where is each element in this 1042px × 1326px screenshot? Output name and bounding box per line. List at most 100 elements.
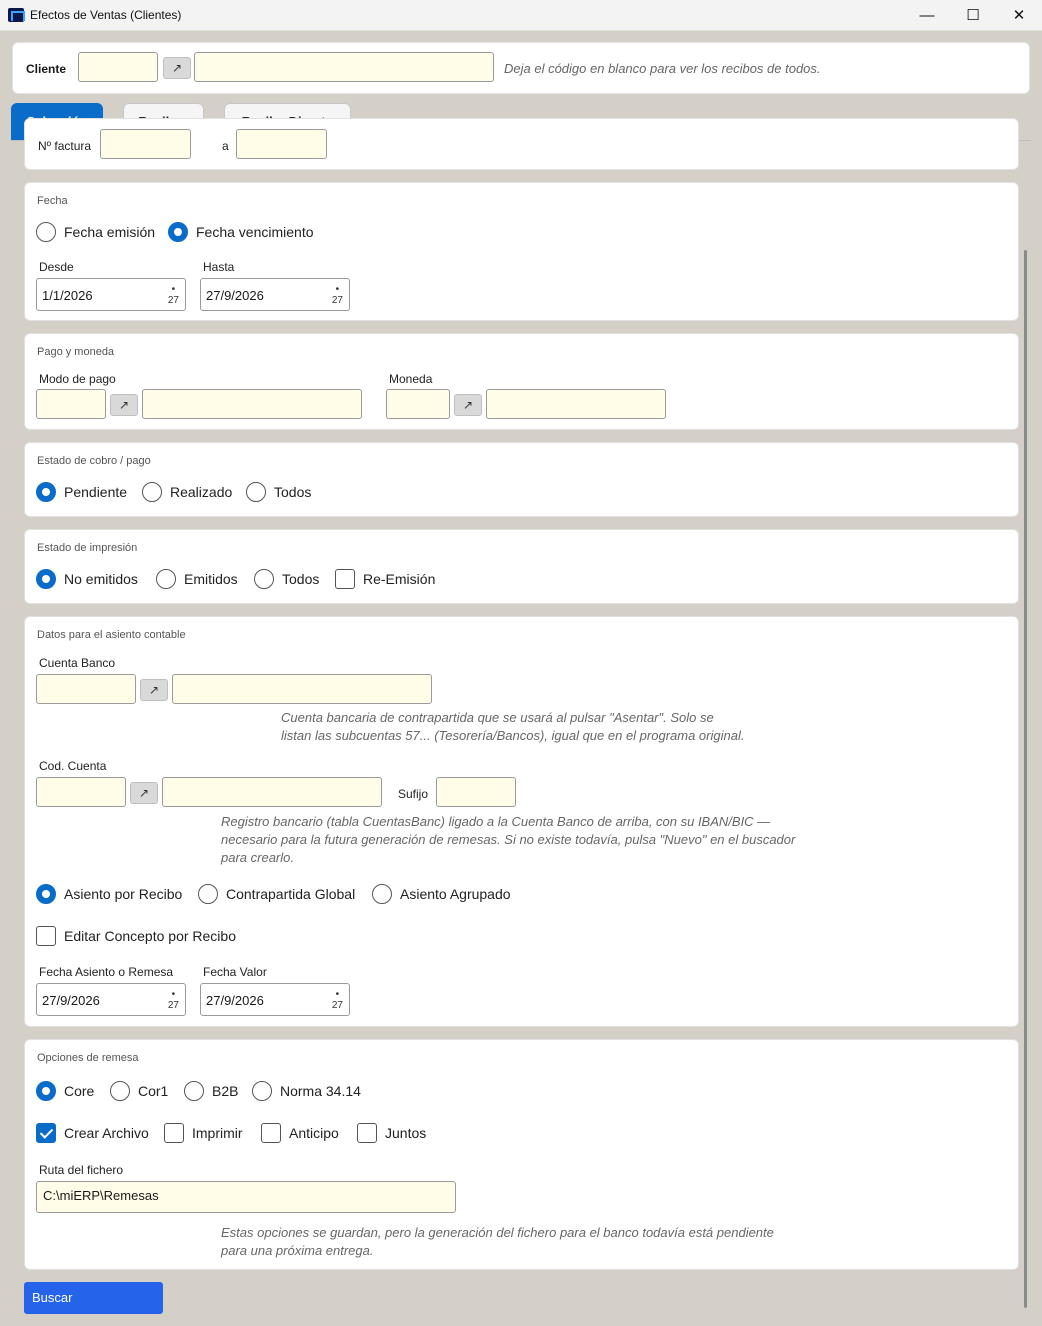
core-option[interactable]: Core <box>36 1081 94 1101</box>
imprimir-checkbox[interactable] <box>164 1123 184 1143</box>
calendar-icon[interactable]: • 27 <box>168 989 179 1011</box>
asiento-agrupado-label: Asiento Agrupado <box>400 886 511 902</box>
remesa-title: Opciones de remesa <box>37 1052 139 1064</box>
cuenta-banco-code-input[interactable] <box>36 674 136 704</box>
contrapartida-global-label: Contrapartida Global <box>226 886 356 902</box>
calendar-icon[interactable]: • 27 <box>168 284 179 306</box>
fecha-emision-option[interactable]: Fecha emisión <box>36 222 155 242</box>
asiento-por-recibo-option[interactable]: Asiento por Recibo <box>36 884 182 904</box>
emitidos-option[interactable]: Emitidos <box>156 569 238 589</box>
reemision-option[interactable]: Re-Emisión <box>335 569 435 589</box>
modo-pago-label: Modo de pago <box>39 372 116 386</box>
anticipo-checkbox[interactable] <box>261 1123 281 1143</box>
todos-cobro-radio[interactable] <box>246 482 266 502</box>
maximize-button[interactable]: ☐ <box>950 0 996 31</box>
cod-cuenta-code-input[interactable] <box>36 777 126 807</box>
cod-cuenta-label: Cod. Cuenta <box>39 759 107 773</box>
editar-concepto-option[interactable]: Editar Concepto por Recibo <box>36 926 236 946</box>
pendiente-option[interactable]: Pendiente <box>36 482 127 502</box>
emitidos-radio[interactable] <box>156 569 176 589</box>
cor1-radio[interactable] <box>110 1081 130 1101</box>
modo-pago-lookup-button[interactable]: ↗ <box>110 394 138 416</box>
pendiente-radio[interactable] <box>36 482 56 502</box>
estado-cobro-title: Estado de cobro / pago <box>37 455 151 467</box>
desde-label: Desde <box>39 260 74 274</box>
realizado-label: Realizado <box>170 484 233 500</box>
vertical-scrollbar[interactable] <box>1024 250 1027 1308</box>
cliente-lookup-button[interactable]: ↗ <box>163 57 191 79</box>
cliente-code-input[interactable] <box>78 52 158 82</box>
minimize-button[interactable]: — <box>904 0 950 31</box>
moneda-name-input[interactable] <box>486 389 666 419</box>
b2b-radio[interactable] <box>184 1081 204 1101</box>
juntos-option[interactable]: Juntos <box>357 1123 426 1143</box>
norma-3414-radio[interactable] <box>252 1081 272 1101</box>
ruta-fichero-input[interactable]: C:\miERP\Remesas <box>36 1181 456 1213</box>
crear-archivo-checkbox[interactable] <box>36 1123 56 1143</box>
calendar-icon[interactable]: • 27 <box>332 989 343 1011</box>
norma-3414-option[interactable]: Norma 34.14 <box>252 1081 361 1101</box>
cliente-label: Cliente <box>26 62 67 76</box>
core-radio[interactable] <box>36 1081 56 1101</box>
crear-archivo-option[interactable]: Crear Archivo <box>36 1123 149 1143</box>
b2b-option[interactable]: B2B <box>184 1081 238 1101</box>
buscar-button[interactable]: Buscar <box>24 1282 163 1314</box>
calendar-icon[interactable]: • 27 <box>332 284 343 306</box>
cliente-name-input[interactable] <box>194 52 494 82</box>
modo-pago-name-input[interactable] <box>142 389 362 419</box>
cod-cuenta-name-input[interactable] <box>162 777 382 807</box>
editar-concepto-checkbox[interactable] <box>36 926 56 946</box>
moneda-lookup-button[interactable]: ↗ <box>454 394 482 416</box>
juntos-label: Juntos <box>385 1125 427 1141</box>
asiento-agrupado-radio[interactable] <box>372 884 392 904</box>
window-title: Efectos de Ventas (Clientes) <box>30 8 182 22</box>
cuenta-banco-lookup-button[interactable]: ↗ <box>140 679 168 701</box>
hasta-label: Hasta <box>203 260 235 274</box>
fecha-vencimiento-option[interactable]: Fecha vencimiento <box>168 222 314 242</box>
cod-cuenta-lookup-button[interactable]: ↗ <box>130 782 158 804</box>
contrapartida-global-option[interactable]: Contrapartida Global <box>198 884 355 904</box>
core-label: Core <box>64 1083 95 1099</box>
moneda-code-input[interactable] <box>386 389 450 419</box>
pago-moneda-card: Pago y moneda Modo de pago ↗ Moneda ↗ <box>24 333 1019 430</box>
desde-date-picker[interactable]: 1/1/2026 • 27 <box>36 278 186 311</box>
reemision-checkbox[interactable] <box>335 569 355 589</box>
cor1-option[interactable]: Cor1 <box>110 1081 168 1101</box>
modo-pago-code-input[interactable] <box>36 389 106 419</box>
sufijo-label: Sufijo <box>398 787 429 801</box>
sufijo-input[interactable] <box>436 777 516 807</box>
close-button[interactable]: ✕ <box>996 0 1042 31</box>
remesa-hint: Estas opciones se guardan, pero la gener… <box>221 1225 774 1258</box>
todos-cobro-option[interactable]: Todos <box>246 482 311 502</box>
no-emitidos-radio[interactable] <box>36 569 56 589</box>
norma-3414-label: Norma 34.14 <box>280 1083 361 1099</box>
fecha-valor-value: 27/9/2026 <box>206 993 264 1008</box>
juntos-checkbox[interactable] <box>357 1123 377 1143</box>
anticipo-option[interactable]: Anticipo <box>261 1123 339 1143</box>
hasta-value: 27/9/2026 <box>206 288 264 303</box>
imprimir-option[interactable]: Imprimir <box>164 1123 243 1143</box>
realizado-radio[interactable] <box>142 482 162 502</box>
todos-impresion-option[interactable]: Todos <box>254 569 319 589</box>
contrapartida-global-radio[interactable] <box>198 884 218 904</box>
fecha-valor-date-picker[interactable]: 27/9/2026 • 27 <box>200 983 350 1016</box>
cuenta-banco-name-input[interactable] <box>172 674 432 704</box>
todos-impresion-radio[interactable] <box>254 569 274 589</box>
asiento-agrupado-option[interactable]: Asiento Agrupado <box>372 884 511 904</box>
no-emitidos-label: No emitidos <box>64 571 138 587</box>
realizado-option[interactable]: Realizado <box>142 482 232 502</box>
factura-label: Nº factura <box>38 139 92 153</box>
title-bar: Efectos de Ventas (Clientes) — ☐ ✕ <box>0 0 1042 31</box>
fecha-emision-radio[interactable] <box>36 222 56 242</box>
emitidos-label: Emitidos <box>184 571 238 587</box>
fecha-vencimiento-radio[interactable] <box>168 222 188 242</box>
asiento-title: Datos para el asiento contable <box>37 629 186 641</box>
asiento-por-recibo-radio[interactable] <box>36 884 56 904</box>
fecha-valor-label: Fecha Valor <box>203 965 267 979</box>
fecha-asiento-date-picker[interactable]: 27/9/2026 • 27 <box>36 983 186 1016</box>
no-emitidos-option[interactable]: No emitidos <box>36 569 138 589</box>
editar-concepto-label: Editar Concepto por Recibo <box>64 928 236 944</box>
b2b-label: B2B <box>212 1083 239 1099</box>
estado-impresion-card: Estado de impresión No emitidos Emitidos… <box>24 529 1019 604</box>
hasta-date-picker[interactable]: 27/9/2026 • 27 <box>200 278 350 311</box>
